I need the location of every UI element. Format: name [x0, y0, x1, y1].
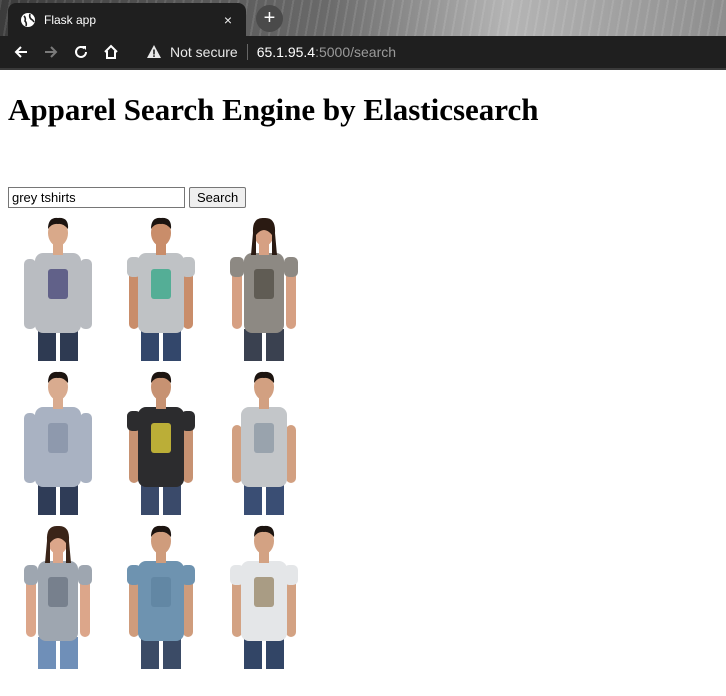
- reload-button[interactable]: [66, 37, 96, 67]
- search-input[interactable]: [8, 187, 185, 208]
- browser-tab-strip: Flask app × +: [0, 0, 726, 36]
- product-image-man-grey-tank-top: [214, 365, 314, 515]
- product-image-woman-grey-floral-tee: [8, 519, 108, 669]
- page-title: Apparel Search Engine by Elasticsearch: [8, 92, 539, 127]
- omnibox-divider: [246, 44, 248, 60]
- product-image-man-grey-tee-green-graphic: [111, 211, 211, 361]
- product-image-man-grey-check-shirt: [8, 365, 108, 515]
- forward-arrow-icon: [45, 46, 58, 58]
- search-form: Search: [8, 187, 247, 208]
- product-image-man-white-tee-ks-print: [214, 519, 314, 669]
- tab-close-icon[interactable]: ×: [220, 12, 236, 28]
- new-tab-button[interactable]: +: [256, 5, 283, 32]
- page-content: Apparel Search Engine by Elasticsearch S…: [0, 70, 726, 696]
- back-button[interactable]: [6, 37, 36, 67]
- url-path: :5000/search: [315, 44, 397, 60]
- product-image-man-black-tee-yellow-graphic: [111, 365, 211, 515]
- product-image-man-blue-grey-polo: [111, 519, 211, 669]
- browser-tab[interactable]: Flask app ×: [8, 3, 246, 36]
- product-image-man-grey-full-sleeve-tee: [8, 211, 108, 361]
- reload-icon: [75, 45, 87, 58]
- address-bar[interactable]: Not secure 65.1.95.4:5000/search: [146, 44, 396, 60]
- globe-icon: [21, 12, 35, 27]
- tab-title: Flask app: [44, 12, 97, 27]
- search-button[interactable]: Search: [189, 187, 247, 208]
- security-status[interactable]: Not secure: [170, 44, 238, 60]
- home-button[interactable]: [96, 37, 126, 67]
- forward-button[interactable]: [36, 37, 66, 67]
- home-icon: [104, 44, 118, 59]
- warning-triangle-icon: [147, 45, 161, 58]
- back-arrow-icon: [14, 46, 27, 58]
- url-host: 65.1.95.4: [256, 44, 316, 60]
- product-image-woman-grey-printed-tee: [214, 211, 314, 361]
- browser-toolbar: Not secure 65.1.95.4:5000/search: [0, 36, 726, 70]
